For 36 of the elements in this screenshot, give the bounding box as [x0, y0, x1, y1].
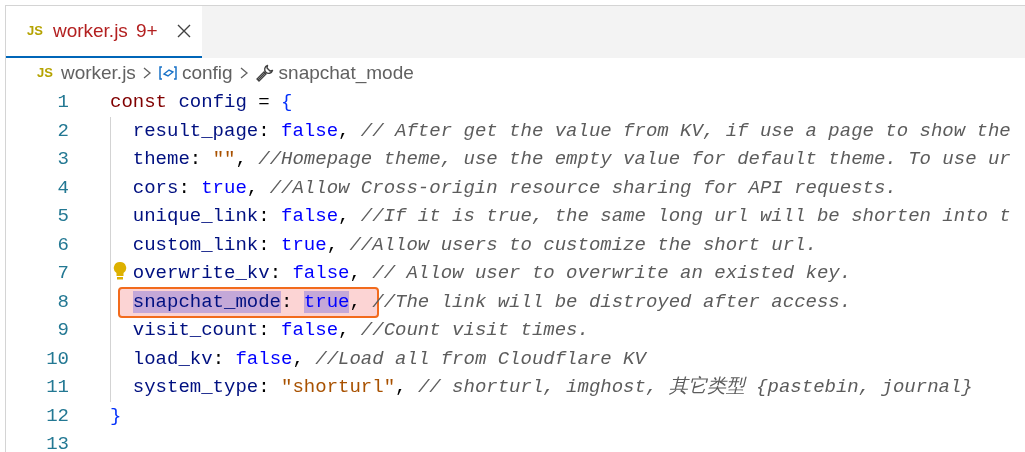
line-number: 12: [45, 403, 69, 429]
editor-tab[interactable]: JS worker.js 9+: [6, 6, 202, 58]
line-number: 11: [45, 375, 69, 400]
line-number: 3: [56, 147, 69, 172]
line-number: 10: [45, 346, 69, 372]
line-number: 13: [45, 432, 69, 452]
line-number: 6: [56, 232, 69, 258]
problem-count: 9+: [135, 18, 158, 43]
breadcrumb-item[interactable]: worker.js: [60, 58, 136, 88]
line-number: 4: [56, 175, 69, 201]
code-line: }: [110, 403, 122, 429]
variable-icon: [157, 65, 178, 81]
code-line: load_kv: false, //Load all from Cloudflare KV: [132, 346, 646, 372]
code-line: unique_link: false, //If it is true, the same long url will be shorten into t: [132, 204, 1011, 229]
code-line: result_page: false, // After get the value from KV, if use a page to show the: [132, 118, 1011, 144]
code-line: visit_count: false, //Count visit times.: [132, 318, 589, 343]
line-number: 5: [56, 204, 69, 229]
line-number: 2: [56, 118, 69, 144]
javascript-file-icon: JS: [37, 63, 53, 83]
tab-title: worker.js: [52, 18, 128, 43]
line-number: 9: [56, 318, 69, 343]
code-line: custom_link: true, //Allow users to customize the short url.: [132, 232, 817, 258]
chevron-icon: [141, 66, 152, 80]
line-number: 7: [56, 261, 69, 286]
code-line: const config = {: [110, 90, 293, 115]
code-line: theme: "", //Homepage theme, use the empty value for default theme. To use ur: [132, 147, 1011, 172]
line-number: 8: [56, 289, 69, 315]
line-number: 1: [56, 90, 69, 115]
code-line: system_type: "shorturl", // shorturl, imghost, 其它类型 {pastebin, journal}: [132, 375, 973, 400]
wrench-icon: [254, 63, 275, 83]
code-line: overwrite_kv: false, // Allow user to overwrite an existed key.: [132, 261, 852, 286]
breadcrumb-item[interactable]: snapchat_mode: [278, 58, 414, 88]
breadcrumb-item[interactable]: config: [181, 58, 233, 88]
javascript-file-icon: JS: [27, 21, 43, 41]
code-line: cors: true, //Allow Cross-origin resource sharing for API requests.: [132, 175, 897, 201]
chevron-icon: [238, 66, 249, 80]
